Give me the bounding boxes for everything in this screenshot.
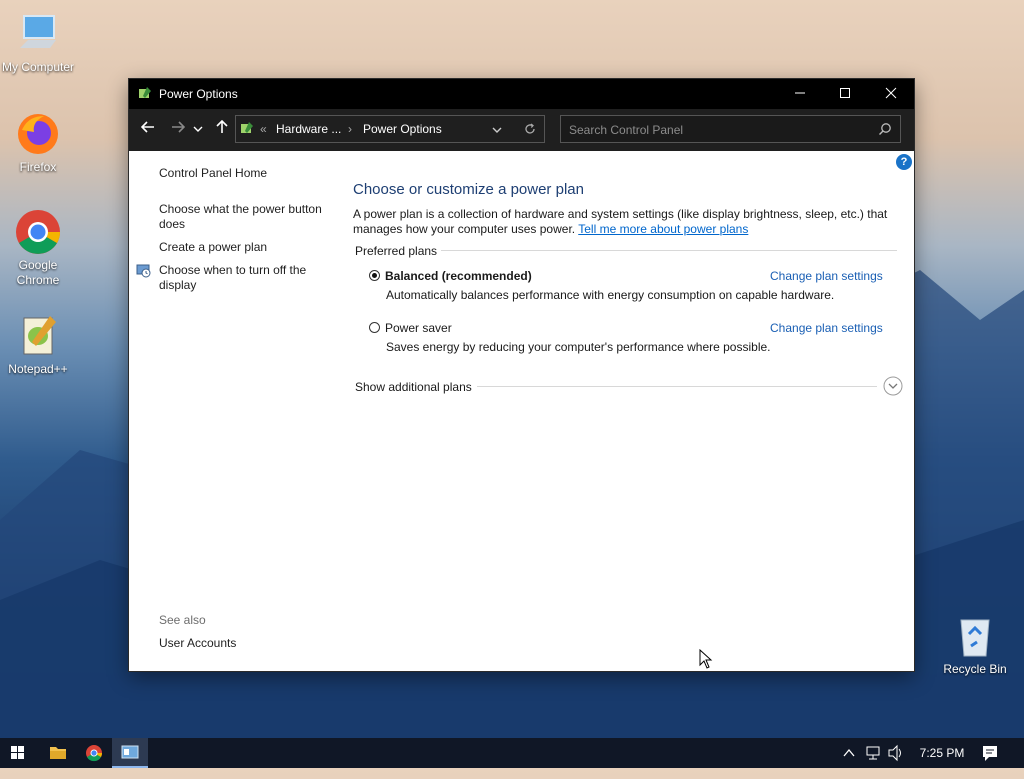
chevron-down-circle-icon xyxy=(883,376,903,396)
desktop-icon-label: Notepad++ xyxy=(8,362,68,376)
network-button[interactable] xyxy=(864,738,882,768)
address-bar[interactable]: « Hardware ... › Power Options xyxy=(235,115,545,143)
breadcrumb-hardware[interactable]: Hardware ... xyxy=(276,122,341,136)
start-button[interactable] xyxy=(0,738,36,768)
sidebar-item-control-panel-home[interactable]: Control Panel Home xyxy=(159,166,334,181)
power-saver-plan-radio[interactable] xyxy=(369,322,380,333)
minimize-button[interactable] xyxy=(777,79,823,109)
breadcrumb-overflow[interactable]: « xyxy=(260,122,267,136)
balanced-change-settings-link[interactable]: Change plan settings xyxy=(770,269,883,283)
section-divider xyxy=(441,250,897,251)
desktop-icon-label: My Computer xyxy=(1,60,75,74)
desktop-icon-label: Google Chrome xyxy=(16,258,60,287)
see-also-heading: See also xyxy=(159,613,206,627)
desktop-icon-my-computer[interactable]: My Computer xyxy=(0,10,76,75)
taskbar: 7:25 PM xyxy=(0,738,1024,768)
recycle-bin-icon xyxy=(951,612,999,660)
maximize-icon xyxy=(840,88,850,98)
action-center-button[interactable] xyxy=(980,738,1002,768)
breadcrumb-power-options[interactable]: Power Options xyxy=(363,122,442,136)
window-title: Power Options xyxy=(159,87,238,101)
preferred-plans-heading: Preferred plans xyxy=(355,244,438,258)
windows-logo-icon xyxy=(11,746,24,759)
taskbar-chrome[interactable] xyxy=(76,738,112,768)
refresh-button[interactable] xyxy=(524,123,536,138)
balanced-plan-radio[interactable] xyxy=(369,270,380,281)
power-options-icon xyxy=(137,86,153,102)
minimize-icon xyxy=(795,92,805,94)
sidebar-item-create-power-plan[interactable]: Create a power plan xyxy=(159,240,334,255)
display-timer-icon xyxy=(136,263,151,281)
refresh-icon xyxy=(525,123,535,134)
taskbar-file-explorer[interactable] xyxy=(40,738,76,768)
desktop-icon-notepadpp[interactable]: Notepad++ xyxy=(0,312,76,377)
taskbar-control-panel[interactable] xyxy=(112,738,148,768)
recent-locations-button[interactable] xyxy=(191,119,205,141)
page-description: A power plan is a collection of hardware… xyxy=(353,207,893,237)
desktop-icon-recycle-bin[interactable]: Recycle Bin xyxy=(937,612,1013,677)
power-saver-plan-description: Saves energy by reducing your computer's… xyxy=(386,340,771,354)
notification-icon xyxy=(983,746,997,761)
notepadpp-icon xyxy=(14,312,62,360)
search-input[interactable] xyxy=(561,116,871,144)
chevron-up-icon xyxy=(843,748,855,757)
desktop-icon-google-chrome[interactable]: Google Chrome xyxy=(0,208,76,288)
mouse-cursor-icon xyxy=(699,649,713,669)
volume-button[interactable] xyxy=(887,738,905,768)
chevron-down-icon xyxy=(492,127,502,133)
power-saver-plan-name[interactable]: Power saver xyxy=(385,321,452,335)
back-button[interactable] xyxy=(137,119,159,141)
balanced-plan-name[interactable]: Balanced (recommended) xyxy=(385,269,532,283)
title-bar[interactable]: Power Options xyxy=(129,79,914,109)
help-icon: ? xyxy=(900,156,908,168)
section-divider xyxy=(477,386,877,387)
chrome-icon xyxy=(14,208,62,256)
desktop-icon-label: Firefox xyxy=(19,160,57,174)
close-icon xyxy=(885,87,897,99)
breadcrumb-separator-icon: › xyxy=(348,122,352,136)
arrow-left-icon xyxy=(140,121,154,133)
sidebar-item-power-button[interactable]: Choose what the power button does xyxy=(159,202,329,232)
chrome-icon xyxy=(86,745,103,762)
navigation-bar: « Hardware ... › Power Options xyxy=(129,109,914,151)
up-button[interactable] xyxy=(211,119,233,141)
arrow-up-icon xyxy=(216,119,228,133)
arrow-right-icon xyxy=(172,121,186,133)
expand-additional-plans-button[interactable] xyxy=(883,376,903,399)
sidebar-item-user-accounts[interactable]: User Accounts xyxy=(159,636,334,651)
show-additional-plans[interactable]: Show additional plans xyxy=(355,380,472,394)
maximize-button[interactable] xyxy=(822,79,868,109)
network-icon xyxy=(866,746,880,760)
firefox-icon xyxy=(14,110,62,158)
close-button[interactable] xyxy=(868,79,914,109)
page-title: Choose or customize a power plan xyxy=(353,181,584,198)
forward-button[interactable] xyxy=(167,119,189,141)
computer-icon xyxy=(14,10,62,58)
folder-icon xyxy=(50,747,66,759)
tell-me-more-link[interactable]: Tell me more about power plans xyxy=(578,222,748,236)
desktop-icon-label: Recycle Bin xyxy=(943,662,1007,676)
address-dropdown-button[interactable] xyxy=(492,124,502,138)
chevron-down-icon xyxy=(193,126,203,132)
power-saver-change-settings-link[interactable]: Change plan settings xyxy=(770,321,883,335)
balanced-plan-description: Automatically balances performance with … xyxy=(386,288,835,302)
sidebar-item-turn-off-display[interactable]: Choose when to turn off the display xyxy=(159,263,329,293)
power-options-window: Power Options « Hardware ... › Power Opt… xyxy=(129,79,914,671)
desktop-icon-firefox[interactable]: Firefox xyxy=(0,110,76,175)
search-box[interactable] xyxy=(560,115,901,144)
control-panel-icon xyxy=(121,745,139,759)
speaker-icon xyxy=(888,744,901,762)
show-hidden-icons-button[interactable] xyxy=(843,738,857,768)
clock[interactable]: 7:25 PM xyxy=(918,738,966,768)
control-panel-icon xyxy=(239,121,255,140)
help-button[interactable]: ? xyxy=(896,154,912,170)
search-icon[interactable] xyxy=(878,122,892,136)
